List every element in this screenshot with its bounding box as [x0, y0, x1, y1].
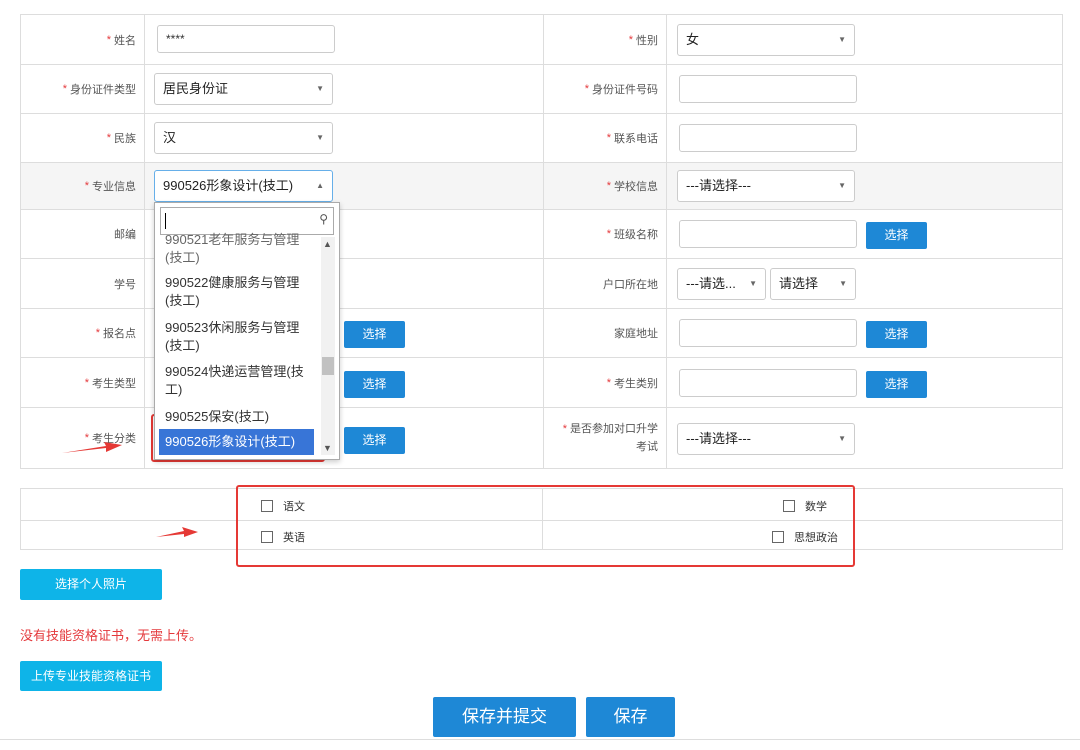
postcode-label: 邮编: [21, 210, 145, 258]
class-select-button[interactable]: 选择: [866, 222, 927, 249]
gender-select[interactable]: 女 ▼: [677, 24, 855, 56]
scroll-up-icon[interactable]: ▲: [323, 239, 332, 249]
annotation-arrow-icon: [156, 527, 198, 537]
dropdown-option-selected[interactable]: 990526形象设计(技工): [159, 429, 314, 455]
site-label: * 报名点: [21, 309, 145, 357]
scrollbar-thumb[interactable]: [322, 357, 334, 375]
examtype-select-button[interactable]: 选择: [344, 371, 405, 398]
address-select-button[interactable]: 选择: [866, 321, 927, 348]
cert-notice: 没有技能资格证书，无需上传。: [20, 628, 203, 643]
chevron-down-icon: ▼: [749, 279, 757, 288]
examcat-select-button[interactable]: 选择: [866, 371, 927, 398]
examclass-select-button[interactable]: 选择: [344, 427, 405, 454]
chevron-down-icon: ▼: [838, 35, 846, 44]
hukou-province-select[interactable]: ---请选... ▼: [677, 268, 766, 300]
dropdown-option[interactable]: 990521老年服务与管理(技工): [159, 231, 314, 267]
phone-input[interactable]: [679, 124, 857, 152]
school-label: * 学校信息: [543, 163, 667, 209]
site-select-button[interactable]: 选择: [344, 321, 405, 348]
upload-cert-button[interactable]: 上传专业技能资格证书: [20, 661, 162, 691]
save-button[interactable]: 保存: [586, 697, 675, 737]
form-row: * 身份证件类型 居民身份证 ▼ * 身份证件号码: [21, 65, 1062, 114]
dropdown-option[interactable]: 990525保安(技工): [159, 408, 314, 426]
examcat-label: * 考生类别: [543, 358, 667, 407]
name-input[interactable]: ****: [157, 25, 335, 53]
annotation-arrow-icon: [62, 442, 122, 453]
hukou-label: 户口所在地: [543, 259, 667, 308]
dropdown-option[interactable]: 990522健康服务与管理(技工): [159, 274, 314, 310]
divider: [0, 739, 1080, 740]
examtype-label: * 考生类型: [21, 358, 145, 407]
chevron-down-icon: ▼: [316, 84, 324, 93]
ethnic-select[interactable]: 汉 ▼: [154, 122, 333, 154]
idtype-label: * 身份证件类型: [21, 65, 145, 113]
chevron-up-icon: ▲: [316, 181, 324, 190]
ethnic-label: * 民族: [21, 114, 145, 162]
form-row: * 姓名 **** * 性别 女 ▼: [21, 15, 1062, 65]
chevron-down-icon: ▼: [316, 133, 324, 142]
address-label: 家庭地址: [543, 309, 667, 357]
class-label: * 班级名称: [543, 210, 667, 258]
idtype-select[interactable]: 居民身份证 ▼: [154, 73, 333, 105]
search-icon: ⚲: [319, 212, 328, 226]
major-label: * 专业信息: [21, 163, 145, 209]
form-row: * 民族 汉 ▼ * 联系电话: [21, 114, 1062, 163]
counterpart-select[interactable]: ---请选择--- ▼: [677, 423, 855, 455]
major-select[interactable]: 990526形象设计(技工) ▲: [154, 170, 333, 202]
text-caret: [165, 213, 166, 229]
examcat-input[interactable]: [679, 369, 857, 397]
major-dropdown[interactable]: ⚲ 990521老年服务与管理(技工) 990522健康服务与管理(技工) 99…: [154, 202, 340, 460]
phone-label: * 联系电话: [543, 114, 667, 162]
chevron-down-icon: ▼: [838, 181, 846, 190]
chevron-down-icon: ▼: [839, 279, 847, 288]
scroll-down-icon[interactable]: ▼: [323, 443, 332, 453]
dropdown-scrollbar[interactable]: ▲ ▼: [321, 237, 335, 455]
save-submit-button[interactable]: 保存并提交: [433, 697, 576, 737]
class-input[interactable]: [679, 220, 857, 248]
gender-label: * 性别: [543, 15, 667, 64]
idnum-label: * 身份证件号码: [543, 65, 667, 113]
dropdown-option[interactable]: 990523休闲服务与管理(技工): [159, 319, 314, 355]
idnum-input[interactable]: [679, 75, 857, 103]
counterpart-label: * 是否参加对口升学考试: [543, 408, 667, 468]
studentno-label: 学号: [21, 259, 145, 308]
hukou-city-select[interactable]: 请选择 ▼: [770, 268, 856, 300]
name-label: * 姓名: [21, 15, 145, 64]
address-input[interactable]: [679, 319, 857, 347]
annotation-box: [236, 485, 855, 567]
choose-photo-button[interactable]: 选择个人照片: [20, 569, 162, 600]
examclass-label: * 考生分类: [21, 408, 145, 468]
dropdown-option[interactable]: 990524快递运营管理(技工): [159, 363, 314, 399]
chevron-down-icon: ▼: [838, 434, 846, 443]
school-select[interactable]: ---请选择--- ▼: [677, 170, 855, 202]
